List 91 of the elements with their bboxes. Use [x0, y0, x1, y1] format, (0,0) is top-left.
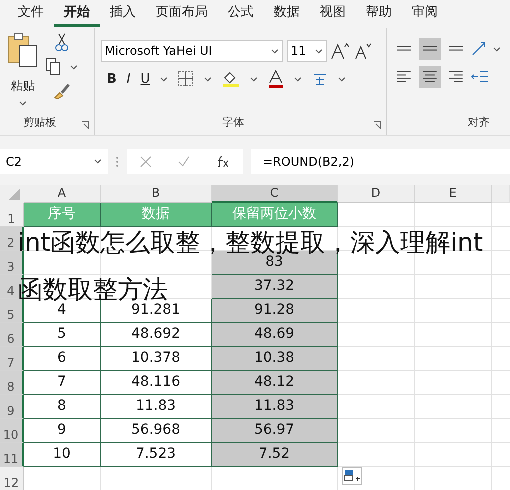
table-cell: 48.692	[101, 323, 212, 347]
header-cell: 序号	[24, 203, 101, 227]
row-header[interactable]: 1	[0, 203, 24, 227]
align-icon	[396, 71, 412, 83]
underline-button[interactable]: U	[140, 72, 150, 86]
fill-color-icon[interactable]	[222, 70, 240, 88]
row-header[interactable]: 8	[0, 371, 24, 395]
dialog-launcher-icon[interactable]	[81, 121, 90, 130]
formula-field[interactable]: =ROUND(B2,2)	[251, 149, 510, 174]
grow-font-icon[interactable]	[331, 42, 351, 60]
ribbon-tab[interactable]: 审阅	[402, 1, 448, 27]
paste-label[interactable]: 粘贴	[11, 78, 35, 95]
ribbon-tab[interactable]: 视图	[310, 1, 356, 27]
table-cell: 37.32	[212, 275, 338, 299]
caret-icon[interactable]	[19, 101, 27, 106]
font-size-field[interactable]: 11	[287, 40, 327, 62]
ribbon-tab[interactable]: 插入	[100, 1, 146, 27]
table-cell: 9	[24, 419, 101, 443]
align-icon	[448, 71, 464, 83]
row-header[interactable]: 5	[0, 299, 24, 323]
ribbon-tab[interactable]: 帮助	[356, 1, 402, 27]
borders-icon[interactable]	[178, 71, 194, 87]
table-cell: 91.28	[212, 299, 338, 323]
shrink-font-icon[interactable]	[355, 42, 373, 60]
group-label: 字体	[222, 115, 246, 131]
column-header[interactable]: A	[24, 185, 101, 203]
function-icon[interactable]	[216, 156, 230, 168]
row-header[interactable]: 12	[0, 467, 24, 490]
table-cell: 10.378	[101, 347, 212, 371]
table-cell: 7.52	[212, 443, 338, 467]
header-cell: 保留两位小数	[212, 203, 338, 227]
row-header[interactable]: 10	[0, 419, 24, 443]
indent-icon[interactable]	[471, 70, 489, 84]
table-cell: 7	[24, 371, 101, 395]
dialog-launcher-icon[interactable]	[373, 121, 382, 130]
row-header[interactable]: 6	[0, 323, 24, 347]
caret-icon[interactable]	[315, 48, 323, 54]
column-header[interactable]: B	[101, 185, 212, 203]
caret-icon[interactable]	[250, 76, 258, 82]
group-label: 对齐	[467, 115, 490, 131]
font-name-field[interactable]: Microsoft YaHei UI	[101, 40, 283, 62]
row-header[interactable]: 7	[0, 347, 24, 371]
table-cell: 48.116	[101, 371, 212, 395]
table-cell: 56.968	[101, 419, 212, 443]
table-cell: 48.12	[212, 371, 338, 395]
caret-icon[interactable]	[70, 64, 78, 70]
align-icon	[422, 46, 438, 52]
align-icon	[396, 46, 412, 52]
column-header[interactable]: E	[415, 185, 492, 203]
header-cell: 数据	[101, 203, 212, 227]
ribbon-tab[interactable]: 页面布局	[146, 1, 218, 27]
vertical-align-button[interactable]	[419, 38, 441, 60]
row-header[interactable]: 3	[0, 251, 24, 275]
quick-analysis-icon[interactable]	[342, 467, 362, 485]
table-cell: 11.83	[101, 395, 212, 419]
italic-button[interactable]: I	[126, 72, 131, 86]
column-header[interactable]: D	[338, 185, 415, 203]
table-cell: 7.523	[101, 443, 212, 467]
ribbon-tab[interactable]: 文件	[8, 1, 54, 27]
caret-icon[interactable]	[160, 76, 168, 82]
caret-icon[interactable]	[271, 48, 279, 54]
caret-icon[interactable]	[493, 46, 501, 52]
brush-icon[interactable]	[53, 82, 71, 100]
table-cell: 5	[24, 323, 101, 347]
caret-icon[interactable]	[294, 76, 302, 82]
grip-icon	[116, 156, 119, 168]
align-icon	[448, 46, 464, 52]
table-cell: 56.97	[212, 419, 338, 443]
table-cell: 11.83	[212, 395, 338, 419]
column-header	[492, 185, 510, 203]
caret-icon[interactable]	[94, 159, 102, 164]
column-header[interactable]: C	[212, 185, 338, 203]
caret-icon[interactable]	[338, 76, 346, 82]
horizontal-align-button[interactable]	[419, 66, 441, 88]
scissors-icon[interactable]	[55, 32, 69, 52]
bold-button[interactable]: B	[107, 72, 117, 86]
table-cell: 6	[24, 347, 101, 371]
ribbon-tab[interactable]: 数据	[264, 1, 310, 27]
font-color-icon[interactable]	[268, 70, 284, 88]
table-cell: 48.69	[212, 323, 338, 347]
table-cell: 8	[24, 395, 101, 419]
row-header[interactable]: 9	[0, 395, 24, 419]
align-icon	[422, 71, 438, 83]
ribbon-tab[interactable]: 公式	[218, 1, 264, 27]
row-header[interactable]: 11	[0, 443, 24, 467]
name-box[interactable]: C2	[0, 149, 108, 174]
table-cell: 10.38	[212, 347, 338, 371]
copy-icon[interactable]	[46, 58, 62, 76]
caret-icon[interactable]	[204, 76, 212, 82]
table-cell: 10	[24, 443, 101, 467]
group-label: 剪贴板	[22, 115, 58, 131]
